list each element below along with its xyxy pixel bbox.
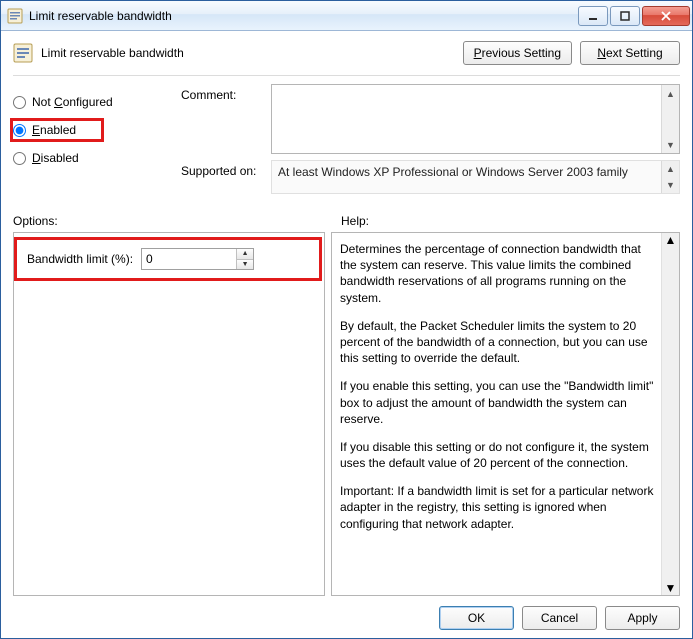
supported-on-label: Supported on:	[181, 160, 271, 178]
next-setting-button[interactable]: Next Setting	[580, 41, 680, 65]
bandwidth-limit-spinner[interactable]: ▲ ▼	[141, 248, 254, 270]
page-title: Limit reservable bandwidth	[41, 46, 455, 60]
previous-setting-button[interactable]: Previous Setting	[463, 41, 572, 65]
window-control-group	[576, 6, 690, 26]
supported-on-field: At least Windows XP Professional or Wind…	[271, 160, 680, 194]
lower-labels: Options: Help:	[13, 214, 680, 228]
supported-scrollbar[interactable]: ▲ ▼	[661, 161, 679, 193]
ok-button[interactable]: OK	[439, 606, 514, 630]
spinner-down-button[interactable]: ▼	[237, 260, 253, 270]
help-text: Determines the percentage of connection …	[340, 241, 657, 306]
policy-dialog: Limit reservable bandwidth	[0, 0, 693, 639]
scroll-up-icon[interactable]: ▲	[662, 85, 679, 102]
comment-label: Comment:	[181, 84, 271, 102]
divider	[13, 75, 680, 76]
bandwidth-limit-row: Bandwidth limit (%): ▲ ▼	[14, 237, 322, 281]
radio-disabled[interactable]: Disabled	[13, 146, 163, 170]
help-text: If you enable this setting, you can use …	[340, 378, 657, 427]
dialog-footer: OK Cancel Apply	[13, 596, 680, 630]
minimize-button[interactable]	[578, 6, 608, 26]
upper-config: Not Configured Enabled Disabled Comment:	[13, 84, 680, 200]
spinner-up-button[interactable]: ▲	[237, 249, 253, 260]
radio-enabled-input[interactable]	[13, 124, 26, 137]
scroll-down-icon[interactable]: ▼	[662, 177, 679, 193]
state-radio-group: Not Configured Enabled Disabled	[13, 84, 163, 200]
help-label: Help:	[333, 214, 680, 228]
supported-on-text: At least Windows XP Professional or Wind…	[278, 165, 628, 179]
bandwidth-limit-input[interactable]	[142, 249, 236, 269]
radio-not-configured[interactable]: Not Configured	[13, 90, 163, 114]
radio-enabled-label[interactable]: Enabled	[32, 123, 76, 137]
radio-disabled-input[interactable]	[13, 152, 26, 165]
scroll-down-icon[interactable]: ▼	[665, 581, 677, 595]
help-text: By default, the Packet Scheduler limits …	[340, 318, 657, 367]
scroll-up-icon[interactable]: ▲	[665, 233, 677, 247]
comment-textbox[interactable]: ▲ ▼	[271, 84, 680, 154]
meta-fields: Comment: ▲ ▼ Supported on:	[181, 84, 680, 200]
client-area: Limit reservable bandwidth Previous Sett…	[1, 31, 692, 638]
options-label: Options:	[13, 214, 333, 228]
help-text: Important: If a bandwidth limit is set f…	[340, 483, 657, 532]
help-scrollbar[interactable]: ▲ ▼	[661, 233, 679, 595]
options-pane: Bandwidth limit (%): ▲ ▼	[13, 232, 325, 596]
app-icon	[7, 8, 23, 24]
policy-icon	[13, 43, 33, 63]
lower-split: Bandwidth limit (%): ▲ ▼ Determines the …	[13, 232, 680, 596]
maximize-button[interactable]	[610, 6, 640, 26]
radio-not-configured-label[interactable]: Not Configured	[32, 95, 113, 109]
radio-enabled[interactable]: Enabled	[10, 118, 104, 142]
radio-not-configured-input[interactable]	[13, 96, 26, 109]
window-title: Limit reservable bandwidth	[29, 9, 576, 23]
header-row: Limit reservable bandwidth Previous Sett…	[13, 41, 680, 65]
cancel-button[interactable]: Cancel	[522, 606, 597, 630]
radio-disabled-label[interactable]: Disabled	[32, 151, 79, 165]
scroll-down-icon[interactable]: ▼	[662, 136, 679, 153]
titlebar: Limit reservable bandwidth	[1, 1, 692, 31]
scroll-up-icon[interactable]: ▲	[662, 161, 679, 177]
help-text: If you disable this setting or do not co…	[340, 439, 657, 471]
close-button[interactable]	[642, 6, 690, 26]
comment-scrollbar[interactable]: ▲ ▼	[661, 85, 679, 153]
help-pane: Determines the percentage of connection …	[331, 232, 680, 596]
bandwidth-limit-label: Bandwidth limit (%):	[27, 252, 133, 266]
apply-button[interactable]: Apply	[605, 606, 680, 630]
